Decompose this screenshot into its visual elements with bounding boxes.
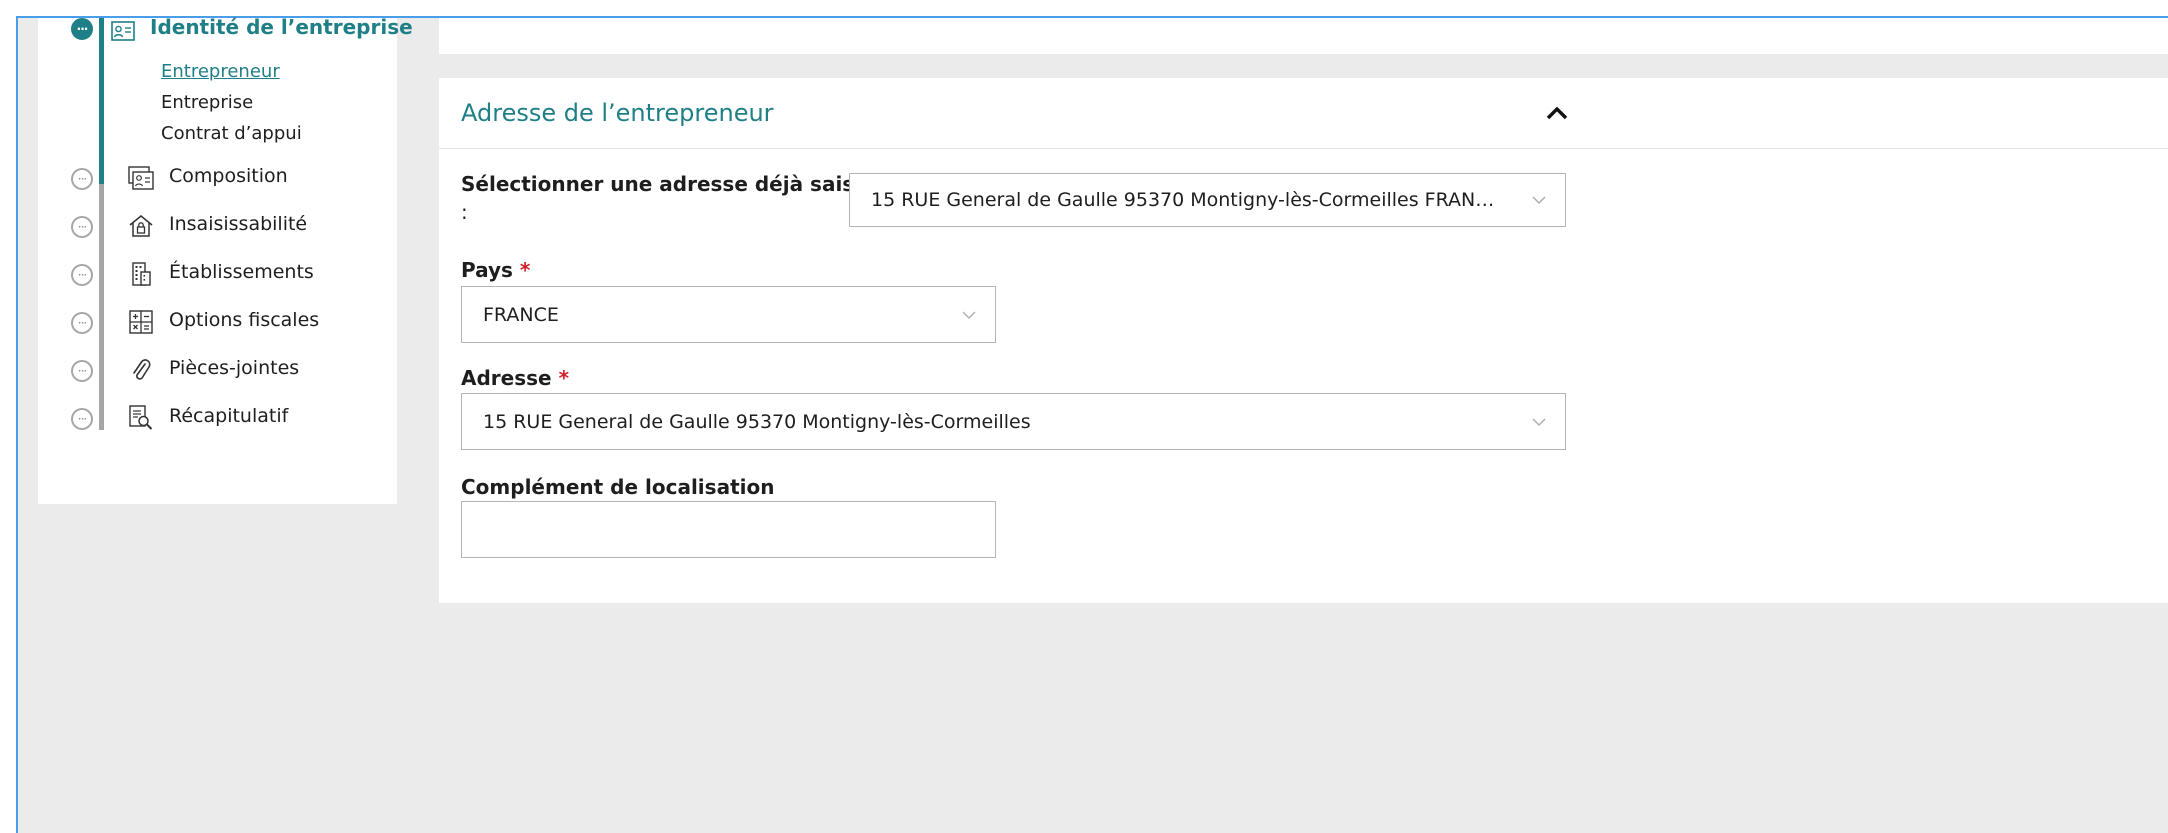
existing-address-select[interactable]: 15 RUE General de Gaulle 95370 Montigny-…	[849, 173, 1566, 227]
document-search-icon	[128, 405, 154, 431]
card-header: Adresse de l’entrepreneur	[439, 78, 2168, 149]
timeline-line	[99, 184, 104, 430]
country-label: Pays *	[461, 258, 530, 282]
chevron-down-icon	[1532, 196, 1546, 205]
step-status-dot: ···	[71, 360, 93, 382]
step-identite[interactable]: Identité de l’entreprise	[150, 15, 413, 39]
step-options-fiscales[interactable]: Options fiscales	[169, 309, 319, 331]
step-insaisissabilite[interactable]: Insaisissabilité	[169, 213, 307, 235]
required-marker: *	[519, 258, 531, 282]
address-card: Adresse de l’entrepreneur Sélectionner u…	[439, 78, 2168, 603]
timeline-progress-line	[99, 18, 104, 184]
address-label: Adresse *	[461, 366, 569, 390]
step-etablissements[interactable]: Établissements	[169, 261, 314, 283]
id-card-icon	[110, 18, 136, 44]
address-select[interactable]: 15 RUE General de Gaulle 95370 Montigny-…	[461, 393, 1566, 450]
address-label-text: Adresse	[461, 366, 552, 390]
calculator-icon	[128, 309, 154, 335]
stepper-sidebar: ··· Identité de l’entreprise Entrepreneu…	[38, 15, 413, 504]
step-status-dot: ···	[71, 168, 93, 190]
previous-section-card	[439, 18, 2168, 54]
step-status-dot: ···	[71, 18, 93, 40]
step-status-dot: ···	[71, 216, 93, 238]
step-status-dot: ···	[71, 264, 93, 286]
complement-label: Complément de localisation	[461, 475, 775, 499]
sub-step-contrat-appui[interactable]: Contrat d’appui	[161, 123, 302, 144]
collapse-button[interactable]	[1537, 98, 1577, 128]
sub-step-entreprise[interactable]: Entreprise	[161, 92, 253, 113]
chevron-down-icon	[1532, 417, 1546, 426]
address-value: 15 RUE General de Gaulle 95370 Montigny-…	[483, 410, 1031, 433]
step-pieces-jointes[interactable]: Pièces-jointes	[169, 357, 299, 379]
step-recapitulatif[interactable]: Récapitulatif	[169, 405, 288, 427]
house-lock-icon	[128, 213, 154, 239]
card-title: Adresse de l’entrepreneur	[461, 99, 774, 127]
chevron-up-icon	[1546, 106, 1568, 120]
sub-step-entrepreneur[interactable]: Entrepreneur	[161, 61, 280, 82]
country-label-text: Pays	[461, 258, 513, 282]
step-status-dot: ···	[71, 312, 93, 334]
step-status-dot: ···	[71, 408, 93, 430]
existing-address-value: 15 RUE General de Gaulle 95370 Montigny-…	[871, 189, 1495, 211]
existing-address-label: Sélectionner une adresse déjà saisie	[461, 172, 875, 196]
required-marker: *	[558, 366, 570, 390]
country-value: FRANCE	[483, 303, 559, 326]
step-composition[interactable]: Composition	[169, 165, 288, 187]
app-frame: ··· Identité de l’entreprise Entrepreneu…	[16, 15, 2168, 833]
building-icon	[128, 261, 154, 287]
country-select[interactable]: FRANCE	[461, 286, 996, 343]
chevron-down-icon	[962, 310, 976, 319]
paperclip-icon	[128, 357, 154, 383]
existing-address-label-colon: :	[461, 200, 468, 224]
complement-input[interactable]	[461, 501, 996, 558]
people-card-icon	[128, 165, 154, 191]
